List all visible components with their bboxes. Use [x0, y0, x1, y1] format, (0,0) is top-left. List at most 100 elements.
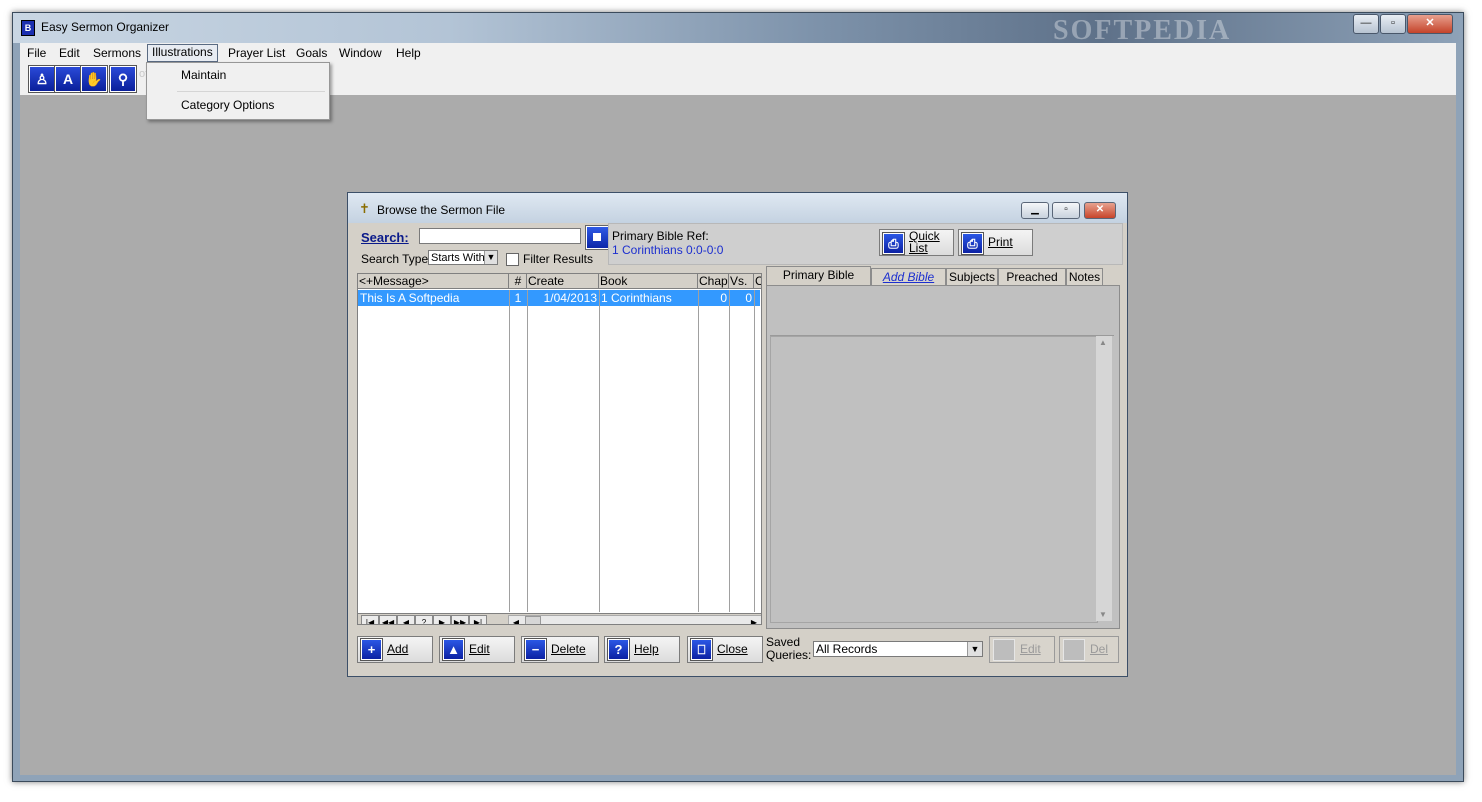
child-title-bar[interactable]: ✝ Browse the Sermon File ▁ ▫ ✕	[348, 193, 1127, 223]
lock-document-icon[interactable]: A	[54, 65, 82, 93]
cell-number[interactable]: 1	[509, 291, 527, 306]
up-arrow-icon: ▲	[442, 638, 465, 661]
close-window-button[interactable]: ⎕ Close	[687, 636, 763, 663]
next-page-button[interactable]: ▶▶	[451, 615, 469, 624]
horizontal-scrollbar[interactable]: ◀ ▶	[508, 615, 761, 624]
menu-item-category-options[interactable]: Category Options	[149, 94, 325, 116]
column-header-book[interactable]: Book	[599, 274, 698, 289]
cell-book[interactable]: 1 Corinthians	[599, 291, 698, 306]
cell-create[interactable]: 1/04/2013	[527, 291, 599, 306]
cell-message[interactable]: This Is A Softpedia	[358, 291, 509, 306]
menu-item-maintain[interactable]: Maintain	[149, 64, 325, 86]
dropdown-arrow-icon[interactable]: ▼	[484, 251, 497, 264]
record-navigator: |◀ ◀◀ ◀ ? ▶ ▶▶ ▶| ◀ ▶	[358, 613, 761, 624]
scroll-right-icon[interactable]: ▶	[747, 616, 761, 624]
menu-separator	[177, 91, 325, 92]
edit-query-icon	[993, 639, 1015, 661]
column-divider	[599, 290, 600, 612]
column-header-vs[interactable]: Vs.	[729, 274, 754, 289]
browse-sermon-window: ✝ Browse the Sermon File ▁ ▫ ✕ Search: S…	[347, 192, 1128, 677]
query-del-label: Del	[1090, 642, 1109, 656]
column-header-number[interactable]: #	[509, 274, 527, 289]
child-close-button[interactable]: ✕	[1084, 202, 1116, 219]
scroll-thumb[interactable]	[525, 616, 541, 624]
child-body: Search: Search Type: Starts With ▼ Filte…	[352, 223, 1123, 671]
close-label: Close	[717, 642, 748, 656]
scroll-down-icon[interactable]: ▼	[1099, 610, 1107, 619]
child-minimize-button[interactable]: ▁	[1021, 202, 1049, 219]
menu-goals[interactable]: Goals	[292, 46, 331, 62]
column-header-create[interactable]: Create	[527, 274, 599, 289]
cell-chap[interactable]: 0	[698, 291, 729, 306]
query-del-button[interactable]: Del	[1059, 636, 1119, 663]
menu-edit[interactable]: Edit	[55, 46, 84, 62]
tab-subjects[interactable]: Subjects	[946, 268, 998, 285]
tab-panel: ▲ ▼	[766, 285, 1120, 629]
question-icon: ?	[607, 638, 630, 661]
filter-results-label[interactable]: Filter Results	[523, 252, 593, 266]
menu-file[interactable]: File	[23, 46, 50, 62]
bible-ref-label: Primary Bible Ref:	[612, 229, 709, 243]
help-button[interactable]: ? Help	[604, 636, 680, 663]
tab-add-bible-ref[interactable]: Add Bible Ref	[871, 268, 946, 301]
menu-sermons[interactable]: Sermons	[89, 46, 145, 62]
query-edit-button[interactable]: Edit	[989, 636, 1055, 663]
dropdown-arrow-icon[interactable]: ▼	[967, 642, 982, 656]
person-icon[interactable]: ♙	[28, 65, 56, 93]
last-record-button[interactable]: ▶|	[469, 615, 487, 624]
tab-notes[interactable]: Notes	[1066, 268, 1103, 285]
minimize-button[interactable]: —	[1353, 14, 1379, 34]
app-title: Easy Sermon Organizer	[41, 20, 170, 34]
search-type-value: Starts With	[431, 252, 485, 264]
edit-button[interactable]: ▲ Edit	[439, 636, 515, 663]
quick-list-button[interactable]: ⎙ Quick List	[879, 229, 954, 256]
hands-icon[interactable]: ✋	[80, 65, 108, 93]
search-type-select[interactable]: Starts With ▼	[428, 250, 498, 265]
cell-vs[interactable]: 0	[729, 291, 754, 306]
add-button[interactable]: + Add	[357, 636, 433, 663]
child-restore-button[interactable]: ▫	[1052, 202, 1080, 219]
scroll-left-icon[interactable]: ◀	[509, 616, 523, 624]
prev-record-button[interactable]: ◀	[397, 615, 415, 624]
column-header-c[interactable]: C	[754, 274, 761, 289]
sermon-grid[interactable]: <+Message> # Create Book Chap Vs. C This…	[357, 273, 762, 625]
bible-ref-panel: Primary Bible Ref: 1 Corinthians 0:0-0:0…	[608, 223, 1123, 265]
column-divider	[754, 290, 755, 612]
app-book-icon: B	[21, 20, 35, 36]
menu-help[interactable]: Help	[392, 46, 425, 62]
stop-square-icon	[593, 233, 601, 241]
search-input[interactable]	[419, 228, 581, 244]
menu-prayer-list[interactable]: Prayer List	[224, 46, 289, 62]
column-divider	[729, 290, 730, 612]
menu-illustrations[interactable]: Illustrations	[147, 44, 218, 62]
quick-list-label: Quick List	[909, 229, 940, 255]
child-window-title: Browse the Sermon File	[377, 203, 506, 217]
filter-results-checkbox[interactable]	[506, 253, 519, 266]
saved-queries-select[interactable]: All Records ▼	[813, 641, 983, 657]
tab-preached-at[interactable]: Preached @	[998, 268, 1066, 301]
maximize-button[interactable]: ▫	[1380, 14, 1406, 34]
query-edit-label: Edit	[1020, 642, 1041, 656]
column-header-message[interactable]: <+Message>	[358, 274, 509, 289]
delete-button[interactable]: − Delete	[521, 636, 599, 663]
search-go-button[interactable]	[585, 225, 610, 250]
next-record-button[interactable]: ▶	[433, 615, 451, 624]
bible-ref-value: 1 Corinthians 0:0-0:0	[612, 243, 724, 257]
find-record-button[interactable]: ?	[415, 615, 433, 624]
illustrations-dropdown-menu: Maintain Category Options	[146, 62, 330, 120]
column-header-chap[interactable]: Chap	[698, 274, 729, 289]
search-person-icon[interactable]: ⚲	[109, 65, 137, 93]
prev-page-button[interactable]: ◀◀	[379, 615, 397, 624]
printer-icon: ⎙	[961, 232, 984, 255]
first-record-button[interactable]: |◀	[361, 615, 379, 624]
print-button[interactable]: ⎙ Print	[958, 229, 1033, 256]
title-bar[interactable]: B Easy Sermon Organizer SOFTPEDIA — ▫ ✕	[13, 13, 1463, 46]
menu-window[interactable]: Window	[335, 46, 386, 62]
saved-queries-label: Saved Queries:	[766, 635, 812, 662]
scroll-up-icon[interactable]: ▲	[1099, 338, 1107, 347]
close-button[interactable]: ✕	[1407, 14, 1453, 34]
saved-queries-value: All Records	[816, 642, 878, 656]
bible-quote-text-area[interactable]	[770, 336, 1098, 623]
vertical-scrollbar[interactable]: ▲ ▼	[1096, 336, 1112, 621]
tab-primary-bible-quote[interactable]: Primary Bible Quote	[766, 266, 871, 299]
